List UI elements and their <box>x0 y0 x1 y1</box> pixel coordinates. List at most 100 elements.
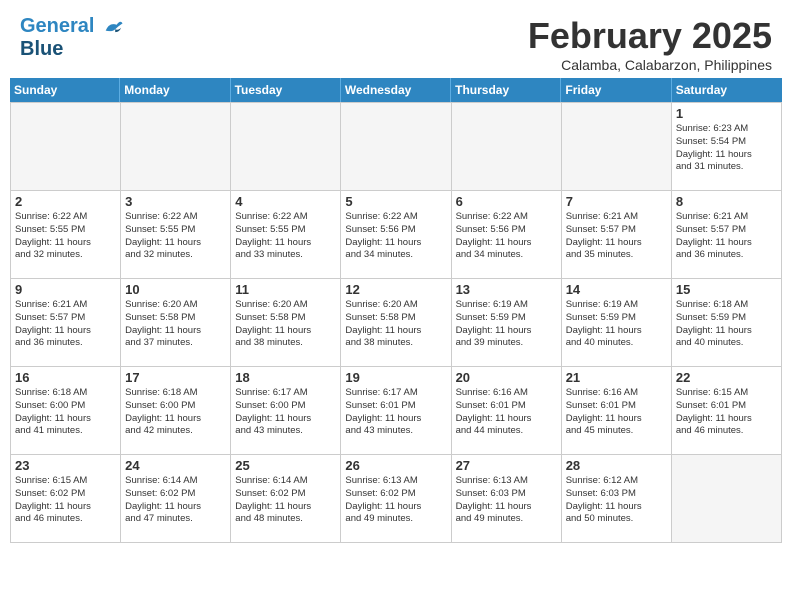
day-number: 7 <box>566 194 667 209</box>
calendar-cell: 18Sunrise: 6:17 AM Sunset: 6:00 PM Dayli… <box>231 367 341 455</box>
cell-info: Sunrise: 6:17 AM Sunset: 6:00 PM Dayligh… <box>235 387 336 438</box>
day-number: 13 <box>456 282 557 297</box>
calendar-cell: 23 Sunrise: 6:15 AM Sunset: 6:02 PM Dayli… <box>11 455 121 543</box>
day-number: 10 <box>125 282 226 297</box>
calendar-cell: 25Sunrise: 6:14 AM Sunset: 6:02 PM Dayli… <box>231 455 341 543</box>
cell-info: Sunrise: 6:22 AM Sunset: 5:55 PM Dayligh… <box>15 211 116 262</box>
cell-info: Sunrise: 6:18 AM Sunset: 6:00 PM Dayligh… <box>125 387 226 438</box>
logo-line1: General <box>20 15 124 38</box>
calendar-cell: 26 Sunrise: 6:13 AM Sunset: 6:02 PM Dayli… <box>341 455 451 543</box>
day-number: 28 <box>566 458 667 473</box>
day-number: 6 <box>456 194 557 209</box>
day-number: 1 <box>676 106 777 121</box>
calendar-cell: 27Sunrise: 6:13 AM Sunset: 6:03 PM Dayli… <box>452 455 562 543</box>
day-number: 4 <box>235 194 336 209</box>
header-wednesday: Wednesday <box>341 78 451 102</box>
day-number: 14 <box>566 282 667 297</box>
cell-info: Sunrise: 6:15 AM Sunset: 6:02 PM Dayligh… <box>15 475 116 526</box>
header-friday: Friday <box>561 78 671 102</box>
cell-info: Sunrise: 6:20 AM Sunset: 5:58 PM Dayligh… <box>235 299 336 350</box>
header-saturday: Saturday <box>672 78 782 102</box>
cell-info: Sunrise: 6:19 AM Sunset: 5:59 PM Dayligh… <box>456 299 557 350</box>
day-number: 16 <box>15 370 116 385</box>
cell-info: Sunrise: 6:22 AM Sunset: 5:55 PM Dayligh… <box>235 211 336 262</box>
logo-line2: Blue <box>20 38 124 60</box>
cell-info: Sunrise: 6:20 AM Sunset: 5:58 PM Dayligh… <box>125 299 226 350</box>
logo-text-block: General Blue <box>20 15 124 60</box>
calendar-cell: 14 Sunrise: 6:19 AM Sunset: 5:59 PM Dayli… <box>562 279 672 367</box>
day-number: 27 <box>456 458 557 473</box>
calendar-cell: 13 Sunrise: 6:19 AM Sunset: 5:59 PM Dayli… <box>452 279 562 367</box>
day-number: 11 <box>235 282 336 297</box>
calendar-cell: 20 Sunrise: 6:16 AM Sunset: 6:01 PM Dayli… <box>452 367 562 455</box>
title-area: February 2025 Calamba, Calabarzon, Phili… <box>528 15 772 73</box>
cell-info: Sunrise: 6:18 AM Sunset: 6:00 PM Dayligh… <box>15 387 116 438</box>
header: General Blue February 2025 Calamba, Cala… <box>0 0 792 78</box>
calendar-cell <box>672 455 782 543</box>
calendar: Sunday Monday Tuesday Wednesday Thursday… <box>10 78 782 543</box>
cell-info: Sunrise: 6:21 AM Sunset: 5:57 PM Dayligh… <box>15 299 116 350</box>
day-number: 12 <box>345 282 446 297</box>
day-number: 20 <box>456 370 557 385</box>
header-thursday: Thursday <box>451 78 561 102</box>
day-number: 23 <box>15 458 116 473</box>
cell-info: Sunrise: 6:16 AM Sunset: 6:01 PM Dayligh… <box>566 387 667 438</box>
day-number: 25 <box>235 458 336 473</box>
calendar-cell: 5 Sunrise: 6:22 AM Sunset: 5:56 PM Daylig… <box>341 191 451 279</box>
calendar-cell: 17 Sunrise: 6:18 AM Sunset: 6:00 PM Dayli… <box>121 367 231 455</box>
page-container: General Blue February 2025 Calamba, Cala… <box>0 0 792 543</box>
calendar-grid: 1 Sunrise: 6:23 AM Sunset: 5:54 PM Daylig… <box>10 102 782 543</box>
calendar-cell <box>341 103 451 191</box>
cell-info: Sunrise: 6:22 AM Sunset: 5:56 PM Dayligh… <box>345 211 446 262</box>
cell-info: Sunrise: 6:14 AM Sunset: 6:02 PM Dayligh… <box>125 475 226 526</box>
cell-info: Sunrise: 6:21 AM Sunset: 5:57 PM Dayligh… <box>676 211 777 262</box>
day-number: 9 <box>15 282 116 297</box>
day-number: 17 <box>125 370 226 385</box>
header-tuesday: Tuesday <box>231 78 341 102</box>
day-number: 2 <box>15 194 116 209</box>
calendar-cell: 24 Sunrise: 6:14 AM Sunset: 6:02 PM Dayli… <box>121 455 231 543</box>
cell-info: Sunrise: 6:22 AM Sunset: 5:56 PM Dayligh… <box>456 211 557 262</box>
month-title: February 2025 <box>528 15 772 57</box>
calendar-cell: 1 Sunrise: 6:23 AM Sunset: 5:54 PM Daylig… <box>672 103 782 191</box>
cell-info: Sunrise: 6:13 AM Sunset: 6:02 PM Dayligh… <box>345 475 446 526</box>
header-monday: Monday <box>120 78 230 102</box>
calendar-cell: 12 Sunrise: 6:20 AM Sunset: 5:58 PM Dayli… <box>341 279 451 367</box>
calendar-cell <box>562 103 672 191</box>
cell-info: Sunrise: 6:17 AM Sunset: 6:01 PM Dayligh… <box>345 387 446 438</box>
cell-info: Sunrise: 6:16 AM Sunset: 6:01 PM Dayligh… <box>456 387 557 438</box>
day-number: 15 <box>676 282 777 297</box>
calendar-cell <box>231 103 341 191</box>
calendar-cell: 4 Sunrise: 6:22 AM Sunset: 5:55 PM Daylig… <box>231 191 341 279</box>
calendar-cell: 8 Sunrise: 6:21 AM Sunset: 5:57 PM Daylig… <box>672 191 782 279</box>
calendar-cell: 19Sunrise: 6:17 AM Sunset: 6:01 PM Dayli… <box>341 367 451 455</box>
day-number: 26 <box>345 458 446 473</box>
calendar-cell: 6 Sunrise: 6:22 AM Sunset: 5:56 PM Daylig… <box>452 191 562 279</box>
day-number: 22 <box>676 370 777 385</box>
day-number: 5 <box>345 194 446 209</box>
calendar-cell <box>11 103 121 191</box>
cell-info: Sunrise: 6:15 AM Sunset: 6:01 PM Dayligh… <box>676 387 777 438</box>
location: Calamba, Calabarzon, Philippines <box>528 57 772 73</box>
calendar-cell: 16 Sunrise: 6:18 AM Sunset: 6:00 PM Dayli… <box>11 367 121 455</box>
calendar-cell <box>121 103 231 191</box>
header-sunday: Sunday <box>10 78 120 102</box>
day-number: 8 <box>676 194 777 209</box>
cell-info: Sunrise: 6:12 AM Sunset: 6:03 PM Dayligh… <box>566 475 667 526</box>
cell-info: Sunrise: 6:19 AM Sunset: 5:59 PM Dayligh… <box>566 299 667 350</box>
calendar-cell: 28 Sunrise: 6:12 AM Sunset: 6:03 PM Dayli… <box>562 455 672 543</box>
day-headers: Sunday Monday Tuesday Wednesday Thursday… <box>10 78 782 102</box>
cell-info: Sunrise: 6:23 AM Sunset: 5:54 PM Dayligh… <box>676 123 777 174</box>
day-number: 3 <box>125 194 226 209</box>
logo-bird-icon <box>102 16 124 38</box>
calendar-cell: 22 Sunrise: 6:15 AM Sunset: 6:01 PM Dayli… <box>672 367 782 455</box>
day-number: 21 <box>566 370 667 385</box>
cell-info: Sunrise: 6:20 AM Sunset: 5:58 PM Dayligh… <box>345 299 446 350</box>
logo: General Blue <box>20 15 124 60</box>
day-number: 24 <box>125 458 226 473</box>
calendar-cell: 2 Sunrise: 6:22 AM Sunset: 5:55 PM Daylig… <box>11 191 121 279</box>
calendar-cell: 11 Sunrise: 6:20 AM Sunset: 5:58 PM Dayli… <box>231 279 341 367</box>
calendar-cell: 10 Sunrise: 6:20 AM Sunset: 5:58 PM Dayli… <box>121 279 231 367</box>
calendar-cell <box>452 103 562 191</box>
calendar-cell: 9 Sunrise: 6:21 AM Sunset: 5:57 PM Daylig… <box>11 279 121 367</box>
